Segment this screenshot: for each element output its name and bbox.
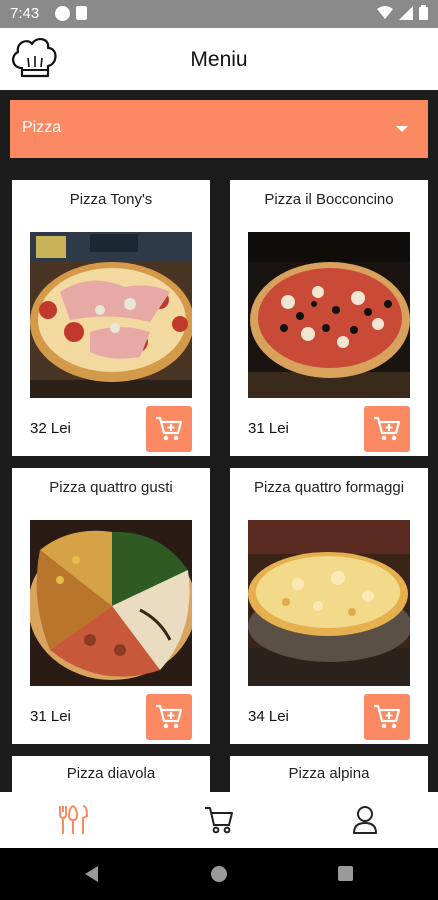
back-icon[interactable]	[85, 866, 98, 882]
nav-cart-tab[interactable]	[202, 804, 236, 836]
wifi-icon	[377, 5, 393, 19]
user-icon	[353, 806, 377, 834]
home-icon[interactable]	[211, 866, 227, 882]
cutlery-icon	[59, 804, 89, 834]
notification-icon	[55, 6, 70, 21]
add-to-cart-icon	[156, 704, 183, 729]
product-card[interactable]: Pizza alpina	[230, 756, 428, 792]
add-to-cart-icon	[374, 704, 401, 729]
product-price: 31 Lei	[30, 708, 71, 725]
cart-icon	[205, 807, 233, 834]
category-dropdown[interactable]: Pizza	[10, 100, 428, 158]
product-image	[248, 520, 410, 686]
product-card[interactable]: Pizza il Bocconcino 31 Lei	[230, 180, 428, 456]
product-name: Pizza Tony's	[69, 191, 153, 208]
product-card[interactable]: Pizza diavola	[12, 756, 210, 792]
product-card[interactable]: Pizza Tony's 32 Lei	[12, 180, 210, 456]
category-dropdown-value: Pizza	[22, 119, 62, 136]
product-name: Pizza quattro formaggi	[253, 479, 405, 496]
product-name: Pizza il Bocconcino	[264, 191, 394, 208]
nav-menu-tab[interactable]	[56, 804, 90, 836]
product-name: Pizza diavola	[66, 765, 156, 782]
signal-icon	[399, 5, 413, 20]
add-to-cart-icon	[156, 416, 183, 441]
product-price: 31 Lei	[248, 420, 289, 437]
bottom-navigation	[0, 792, 438, 848]
product-card[interactable]: Pizza quattro gusti 31 Lei	[12, 468, 210, 744]
chevron-down-icon	[396, 126, 408, 132]
add-to-cart-button[interactable]	[146, 694, 192, 740]
page-title: Meniu	[190, 48, 248, 71]
product-price: 32 Lei	[30, 420, 71, 437]
product-image	[30, 232, 192, 398]
product-image	[248, 232, 410, 398]
add-to-cart-button[interactable]	[364, 694, 410, 740]
nav-account-tab[interactable]	[348, 804, 382, 836]
add-to-cart-icon	[374, 416, 401, 441]
add-to-cart-button[interactable]	[364, 406, 410, 452]
product-card[interactable]: Pizza quattro formaggi 34 Lei	[230, 468, 428, 744]
status-time: 7:43	[10, 5, 40, 22]
product-price: 34 Lei	[248, 708, 289, 725]
system-navigation-bar	[0, 848, 438, 900]
add-to-cart-button[interactable]	[146, 406, 192, 452]
app-bar: Meniu	[0, 28, 438, 90]
sim-card-icon	[76, 6, 87, 20]
product-name: Pizza quattro gusti	[49, 479, 173, 496]
product-name: Pizza alpina	[288, 765, 370, 782]
battery-icon	[419, 5, 428, 20]
product-image	[30, 520, 192, 686]
menu-content[interactable]: Pizza Pizza Tony's 32 Lei Pizza il Bocco…	[0, 90, 438, 792]
status-bar: 7:43	[0, 0, 438, 28]
recents-icon[interactable]	[338, 866, 353, 881]
